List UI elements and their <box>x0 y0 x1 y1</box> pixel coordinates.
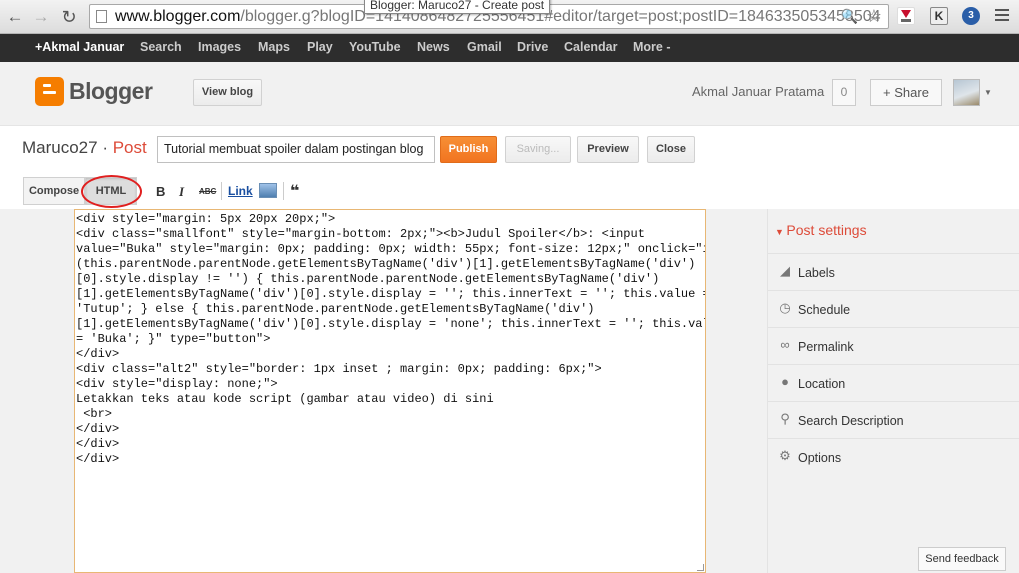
sidebar-item-permalink[interactable]: ∞ Permalink <box>768 327 1019 364</box>
post-title-input[interactable]: Tutorial membuat spoiler dalam postingan… <box>157 136 435 163</box>
search-icon: ⚲ <box>780 411 790 426</box>
user-name[interactable]: Akmal Januar Pratama <box>692 84 824 99</box>
post-label: Post <box>112 138 147 157</box>
extension-k-icon[interactable]: K <box>930 7 948 25</box>
code-line: <div class="alt2" style="border: 1px ins… <box>76 362 602 376</box>
extension-kaspersky-icon[interactable] <box>897 7 915 25</box>
resize-handle[interactable] <box>697 564 704 571</box>
code-line: (this.parentNode.parentNode.getElementsB… <box>76 257 696 271</box>
search-icon[interactable]: 🔍 <box>841 8 858 25</box>
compose-mode-button[interactable]: Compose <box>23 177 85 205</box>
code-line: </div> <box>76 422 120 436</box>
bookmark-star-icon[interactable]: ☆ <box>866 6 882 27</box>
highlight-circle <box>81 175 142 208</box>
sidebar-item-search-description[interactable]: ⚲ Search Description <box>768 401 1019 438</box>
gbar-item-gmail[interactable]: Gmail <box>467 40 502 54</box>
post-settings-heading[interactable]: ▼ Post settings <box>775 222 867 238</box>
gbar-item-images[interactable]: Images <box>198 40 241 54</box>
code-line: = 'Buka'; }" type="button"> <box>76 332 271 346</box>
link-chain-icon: ∞ <box>780 337 790 352</box>
post-settings-sidebar: ▼ Post settings ◢ Labels ◷ Schedule ∞ Pe… <box>767 209 1019 573</box>
avatar[interactable] <box>953 79 980 106</box>
code-line: </div> <box>76 347 120 361</box>
code-line: 'Tutup'; } else { this.parentNode.parent… <box>76 302 595 316</box>
toolbar-divider <box>283 182 284 200</box>
page-tooltip: Blogger: Maruco27 - Create post <box>364 0 551 14</box>
location-pin-icon: ● <box>781 374 789 389</box>
view-blog-button[interactable]: View blog <box>193 79 262 106</box>
gbar-item-more[interactable]: More - <box>633 40 671 54</box>
publish-button[interactable]: Publish <box>440 136 497 163</box>
code-line: </div> <box>76 452 120 466</box>
html-editor-textarea[interactable]: <div style="margin: 5px 20px 20px;"> <div… <box>74 209 706 573</box>
editor-toolbar: Compose HTML B I ABC Link ❝ <box>0 174 1019 209</box>
back-arrow-icon[interactable]: ← <box>4 6 26 28</box>
quote-button[interactable]: ❝ <box>290 181 299 201</box>
send-feedback-button[interactable]: Send feedback <box>918 547 1006 571</box>
code-line: Letakkan teks atau kode script (gambar a… <box>76 392 494 406</box>
blogger-header: Blogger View blog Akmal Januar Pratama 0… <box>0 62 1019 126</box>
gbar-item-youtube[interactable]: YouTube <box>349 40 401 54</box>
close-button[interactable]: Close <box>647 136 695 163</box>
sidebar-item-options[interactable]: ⚙ Options <box>768 438 1019 475</box>
gbar-item-drive[interactable]: Drive <box>517 40 548 54</box>
bold-button[interactable]: B <box>156 184 165 199</box>
extension-badge-icon[interactable]: 3 <box>962 7 980 25</box>
caret-down-icon: ▼ <box>775 227 787 237</box>
gbar-item-profile[interactable]: +Akmal Januar <box>35 40 124 54</box>
gbar-item-news[interactable]: News <box>417 40 450 54</box>
google-bar: +Akmal Januar Search Images Maps Play Yo… <box>0 34 1019 62</box>
gear-icon: ⚙ <box>779 448 791 463</box>
blog-breadcrumb: Maruco27 · Post <box>22 138 147 158</box>
browser-toolbar: ← → ↻ www.blogger.com/blogger.g?blogID=1… <box>0 0 1019 34</box>
preview-button[interactable]: Preview <box>577 136 639 163</box>
gbar-item-calendar[interactable]: Calendar <box>564 40 618 54</box>
toolbar-divider <box>221 182 222 200</box>
breadcrumb-separator: · <box>97 138 113 157</box>
label-tag-icon: ◢ <box>780 263 790 278</box>
chevron-down-icon[interactable]: ▼ <box>984 88 992 97</box>
plus-icon: + <box>883 85 895 100</box>
post-title-bar: Maruco27 · Post Tutorial membuat spoiler… <box>0 126 1019 174</box>
gbar-item-maps[interactable]: Maps <box>258 40 290 54</box>
code-line: </div> <box>76 437 120 451</box>
sidebar-item-labels[interactable]: ◢ Labels <box>768 253 1019 290</box>
italic-button[interactable]: I <box>179 184 184 200</box>
code-line: <div class="smallfont" style="margin-bot… <box>76 227 645 241</box>
strikethrough-button[interactable]: ABC <box>199 187 216 196</box>
editor-area: <div style="margin: 5px 20px 20px;"> <div… <box>0 209 767 573</box>
code-line: <div style="margin: 5px 20px 20px;"> <box>76 212 336 226</box>
link-button[interactable]: Link <box>228 184 253 198</box>
code-line: value="Buka" style="margin: 0px; padding… <box>76 242 706 256</box>
code-line: [1].getElementsByTagName('div')[0].style… <box>76 317 706 331</box>
share-button[interactable]: + Share <box>870 79 942 106</box>
reload-icon[interactable]: ↻ <box>58 6 80 28</box>
notification-count[interactable]: 0 <box>832 79 856 106</box>
code-line: <div style="display: none;"> <box>76 377 278 391</box>
page-icon <box>96 10 107 23</box>
blog-name[interactable]: Maruco27 <box>22 138 98 157</box>
code-line: <br> <box>76 407 113 421</box>
sidebar-item-schedule[interactable]: ◷ Schedule <box>768 290 1019 327</box>
saving-button[interactable]: Saving... <box>505 136 571 163</box>
forward-arrow-icon[interactable]: → <box>30 6 52 28</box>
sidebar-item-location[interactable]: ● Location <box>768 364 1019 401</box>
blogger-logo-icon[interactable] <box>35 77 64 106</box>
browser-menu-icon[interactable] <box>995 9 1009 24</box>
gbar-item-play[interactable]: Play <box>307 40 333 54</box>
code-line: [0].style.display != '') { this.parentNo… <box>76 272 660 286</box>
clock-icon: ◷ <box>779 300 791 315</box>
code-line: [1].getElementsByTagName('div')[0].style… <box>76 287 706 301</box>
blogger-logo-text[interactable]: Blogger <box>69 78 153 105</box>
gbar-item-search[interactable]: Search <box>140 40 182 54</box>
insert-image-icon[interactable] <box>259 183 277 198</box>
